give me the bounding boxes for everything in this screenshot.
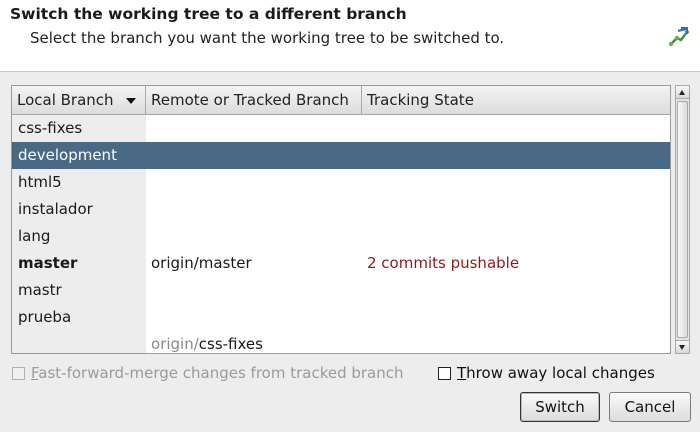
fast-forward-merge-label: Fast-forward-merge changes from tracked … xyxy=(31,364,404,382)
sort-down-icon xyxy=(126,98,136,104)
local-branch-cell: instalador xyxy=(18,200,93,218)
dialog-subtitle: Select the branch you want the working t… xyxy=(30,29,505,47)
dialog-title: Switch the working tree to a different b… xyxy=(10,5,407,23)
table-row[interactable]: mastr xyxy=(12,277,670,304)
local-branch-cell: master xyxy=(18,254,78,272)
remote-branch-cell: origin/css-fixes xyxy=(151,331,263,353)
remote-prefix: origin/ xyxy=(151,335,199,353)
table-row[interactable]: instalador xyxy=(12,196,670,223)
remote-branch-cell: origin/master xyxy=(151,254,252,272)
branch-table[interactable]: Local Branch Remote or Tracked Branch Tr… xyxy=(11,85,671,354)
table-row[interactable]: origin/css-fixes xyxy=(12,331,670,353)
remote-branch-name: css-fixes xyxy=(198,335,263,353)
local-branch-cell: css-fixes xyxy=(18,119,83,137)
local-branch-cell: lang xyxy=(18,227,51,245)
wizard-header: Switch the working tree to a different b… xyxy=(0,0,700,72)
local-branch-cell: mastr xyxy=(18,281,62,299)
scroll-down-arrow-icon[interactable] xyxy=(676,340,689,353)
table-row[interactable]: prueba xyxy=(12,304,670,331)
scroll-up-arrow-icon[interactable] xyxy=(676,86,689,99)
table-row[interactable]: html5 xyxy=(12,169,670,196)
switch-button[interactable]: Switch xyxy=(520,392,600,422)
table-row[interactable]: css-fixes xyxy=(12,115,670,142)
table-row-current[interactable]: master origin/master 2 commits pushable xyxy=(12,250,670,277)
column-header-local-branch[interactable]: Local Branch xyxy=(12,86,146,115)
cancel-button[interactable]: Cancel xyxy=(609,392,691,422)
scrollbar-thumb[interactable] xyxy=(677,101,688,338)
tracking-state-cell: 2 commits pushable xyxy=(367,254,520,272)
local-branch-cell: html5 xyxy=(18,173,62,191)
branch-switch-wizard-icon xyxy=(668,27,690,47)
table-row[interactable]: lang xyxy=(12,223,670,250)
fast-forward-merge-checkbox xyxy=(12,367,25,380)
local-branch-cell: development xyxy=(18,146,117,164)
local-branch-cell: prueba xyxy=(18,308,72,326)
column-header-remote-branch[interactable]: Remote or Tracked Branch xyxy=(146,86,362,115)
vertical-scrollbar[interactable] xyxy=(675,85,690,354)
throw-away-local-changes-checkbox[interactable] xyxy=(438,367,451,380)
table-row-selected[interactable]: development xyxy=(12,142,670,169)
throw-away-local-changes-label[interactable]: Throw away local changes xyxy=(457,363,655,383)
column-header-tracking-state[interactable]: Tracking State xyxy=(362,86,670,115)
